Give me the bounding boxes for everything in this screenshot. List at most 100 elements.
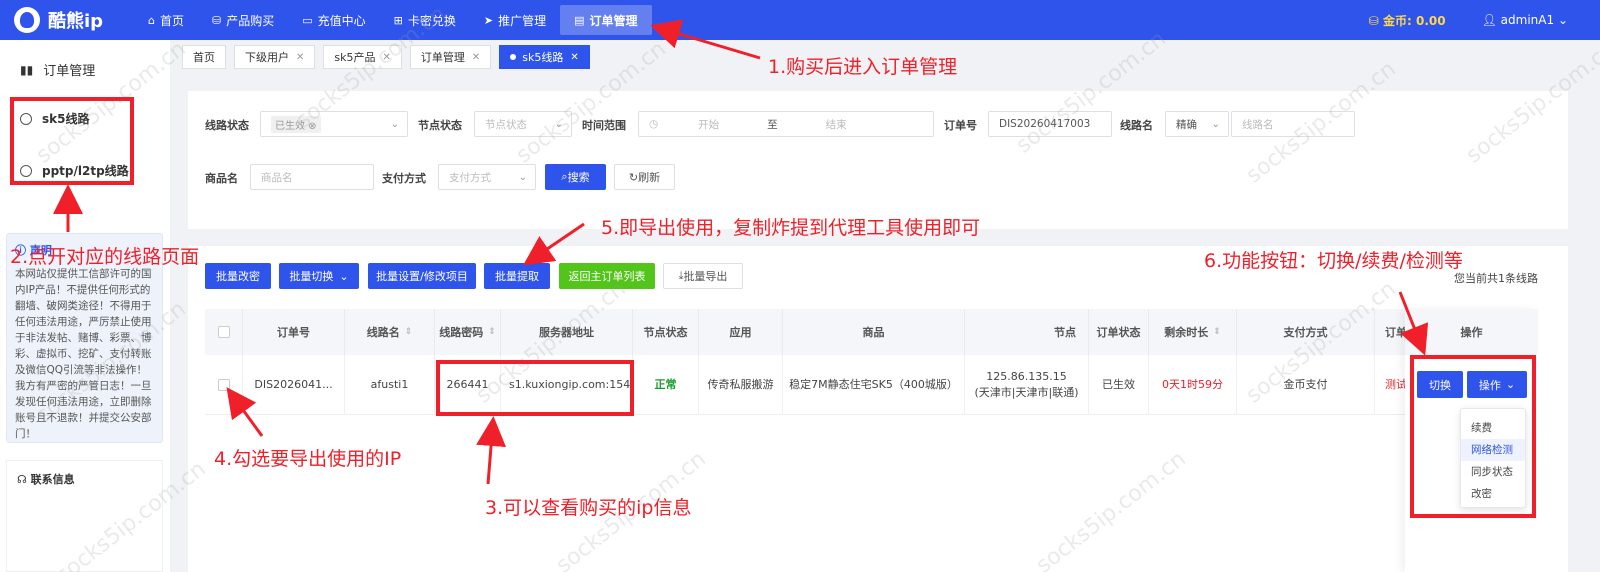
annotation-2: 2.点开对应的线路页面 xyxy=(10,246,200,268)
cell-remaining: 0天1时59分 xyxy=(1149,355,1237,415)
time-range-picker[interactable]: ◷ 开始 至 结束 xyxy=(638,111,934,137)
select-all-checkbox[interactable] xyxy=(217,326,230,338)
row-checkbox[interactable] xyxy=(217,379,230,391)
th-label: 服务器地址 xyxy=(539,326,594,339)
node-status-select[interactable]: 节点状态 ⌄ xyxy=(474,111,572,137)
node-ip: 125.86.135.15 xyxy=(986,370,1067,383)
line-name-placeholder: 线路名 xyxy=(1242,118,1274,131)
table-row: DIS2026041... afusti1 266441 s1.kuxiongi… xyxy=(205,355,1538,415)
card-icon: ⊞ xyxy=(393,13,403,27)
product-input[interactable]: 商品名 xyxy=(250,164,374,190)
batch-export-button[interactable]: ⤓ 批量导出 xyxy=(663,263,743,289)
close-icon[interactable]: ✕ xyxy=(570,52,578,63)
node-location: (天津市|天津市|联通) xyxy=(974,386,1079,399)
batch-switch-button[interactable]: 批量切换 ⌄ xyxy=(279,263,359,289)
nav-promotion[interactable]: ➤ 推广管理 xyxy=(470,5,560,35)
nav-card-redeem[interactable]: ⊞ 卡密兑换 xyxy=(380,5,470,35)
nav-recharge[interactable]: ▭ 充值中心 xyxy=(288,5,379,35)
th-node: 节点 xyxy=(965,309,1089,355)
pay-method-select[interactable]: 支付方式 ⌄ xyxy=(438,164,536,190)
chevron-down-icon: ⌄ xyxy=(339,269,349,283)
th-line-name[interactable]: 线路名 ⇕ xyxy=(345,309,435,355)
end-placeholder: 结束 xyxy=(825,118,847,131)
batch-settings-label: 批量设置/修改项目 xyxy=(376,270,468,283)
pay-method-placeholder: 支付方式 xyxy=(449,171,491,184)
product-placeholder: 商品名 xyxy=(261,171,293,184)
sort-icon[interactable]: ⇕ xyxy=(488,327,496,337)
batch-change-password-button[interactable]: 批量改密 xyxy=(205,263,271,289)
row-select[interactable] xyxy=(205,355,243,415)
th-label: 节点状态 xyxy=(643,326,688,339)
logo[interactable]: 酷熊ip xyxy=(0,7,134,33)
tab-sk5-products[interactable]: sk5产品 ✕ xyxy=(323,45,402,69)
contact-title: ☊ 联系信息 xyxy=(17,471,152,487)
document-icon: ▤ xyxy=(574,13,585,27)
coin-balance-text: 金币: 0.00 xyxy=(1383,13,1446,28)
th-label: 订单状态 xyxy=(1096,326,1141,339)
th-label: 支付方式 xyxy=(1283,326,1328,339)
th-label: 订单号 xyxy=(277,326,310,339)
th-label: 商品 xyxy=(862,326,885,339)
nav-products-label: 产品购买 xyxy=(226,13,275,28)
refresh-icon: ↻ xyxy=(628,170,639,184)
annotation-5: 5.即导出使用，复制炸提到代理工具使用即可 xyxy=(601,217,981,239)
nav-orders[interactable]: ▤ 订单管理 xyxy=(560,5,652,35)
nav-home[interactable]: ⌂ 首页 xyxy=(134,5,198,35)
sort-icon[interactable]: ⇕ xyxy=(1213,327,1221,337)
batch-extract-button[interactable]: 批量提取 xyxy=(484,263,550,289)
user-menu[interactable]: 👤︎ adminA1 ⌄ xyxy=(1482,13,1568,27)
line-status-select[interactable]: 已生效 ⊗ ⌄ xyxy=(260,111,408,137)
cell-order-no[interactable]: DIS2026041... xyxy=(243,355,345,415)
th-operation: 操作 xyxy=(1405,309,1538,355)
tab-order-management[interactable]: 订单管理 ✕ xyxy=(409,45,492,69)
close-icon[interactable]: ✕ xyxy=(383,52,391,63)
close-icon[interactable]: ✕ xyxy=(472,52,480,63)
annotation-box-operations xyxy=(1410,355,1536,518)
tab-sub-users[interactable]: 下级用户 ✕ xyxy=(234,45,316,69)
chevron-down-icon: ⌄ xyxy=(390,118,399,130)
batch-export-label: 批量导出 xyxy=(683,270,728,283)
nav-orders-label: 订单管理 xyxy=(589,13,638,28)
batch-settings-button[interactable]: 批量设置/修改项目 xyxy=(368,263,476,289)
th-pay-method: 支付方式 xyxy=(1237,309,1375,355)
order-no-input[interactable]: DIS20260417003 xyxy=(988,111,1112,137)
time-range-label: 时间范围 xyxy=(582,119,626,132)
tab-label: sk5线路 xyxy=(522,51,564,64)
bar-chart-icon: ▮▮ xyxy=(20,62,34,77)
th-server-address: 服务器地址 xyxy=(501,309,633,355)
home-icon: ⌂ xyxy=(148,13,155,27)
th-label: 剩余时长 xyxy=(1164,326,1209,339)
search-button-label: 搜索 xyxy=(567,171,590,184)
close-icon[interactable]: ✕ xyxy=(296,52,304,63)
search-button[interactable]: ⌕ 搜索 xyxy=(545,164,606,190)
top-navbar: 酷熊ip ⌂ 首页 ⛁ 产品购买 ▭ 充值中心 ⊞ 卡密兑换 ➤ 推广管理 ▤ 订单管理 ⛁… xyxy=(0,0,1600,40)
header-select-all[interactable] xyxy=(205,309,243,355)
tab-home[interactable]: 首页 xyxy=(182,45,226,69)
th-label: 节点 xyxy=(1054,326,1076,339)
logo-text: 酷熊ip xyxy=(48,11,104,32)
coin-balance: ⛁ 金币: 0.00 xyxy=(1369,12,1446,29)
match-mode-select[interactable]: 精确 ⌄ xyxy=(1165,111,1229,137)
sort-icon[interactable]: ⇕ xyxy=(405,327,413,337)
back-to-orders-label: 返回主订单列表 xyxy=(568,270,646,283)
table-header: 订单号 线路名 ⇕ 线路密码 ⇕ 服务器地址 节点状态 应用 商品 节点 订单状态 … xyxy=(205,309,1538,355)
sidebar-title-text: 订单管理 xyxy=(43,64,96,79)
filter-panel: 线路状态 已生效 ⊗ ⌄ 节点状态 节点状态 ⌄ 时间范围 ◷ 开始 至 结束 订单… xyxy=(188,91,1568,229)
refresh-button[interactable]: ↻ 刷新 xyxy=(614,164,675,190)
line-name-input[interactable]: 线路名 xyxy=(1231,111,1355,137)
th-line-password[interactable]: 线路密码 ⇕ xyxy=(435,309,501,355)
cell-product: 稳定7M静态住宅SK5（400城版） xyxy=(783,355,965,415)
tab-label: 下级用户 xyxy=(245,51,289,64)
cell-order-status: 已生效 xyxy=(1089,355,1149,415)
bear-logo-icon xyxy=(14,7,40,33)
tab-sk5-lines[interactable]: sk5线路 ✕ xyxy=(499,45,590,69)
annotation-1: 1.购买后进入订单管理 xyxy=(768,56,958,78)
clock-icon: ◷ xyxy=(649,118,659,130)
annotation-4: 4.勾选要导出使用的IP xyxy=(214,448,402,470)
nav-products[interactable]: ⛁ 产品购买 xyxy=(198,5,288,35)
nav-recharge-label: 充值中心 xyxy=(317,13,366,28)
top-right: ⛁ 金币: 0.00 👤︎ adminA1 ⌄ xyxy=(1369,0,1600,40)
nav-home-label: 首页 xyxy=(159,13,184,28)
back-to-orders-button[interactable]: 返回主订单列表 xyxy=(559,263,655,289)
th-remaining[interactable]: 剩余时长 ⇕ xyxy=(1149,309,1237,355)
